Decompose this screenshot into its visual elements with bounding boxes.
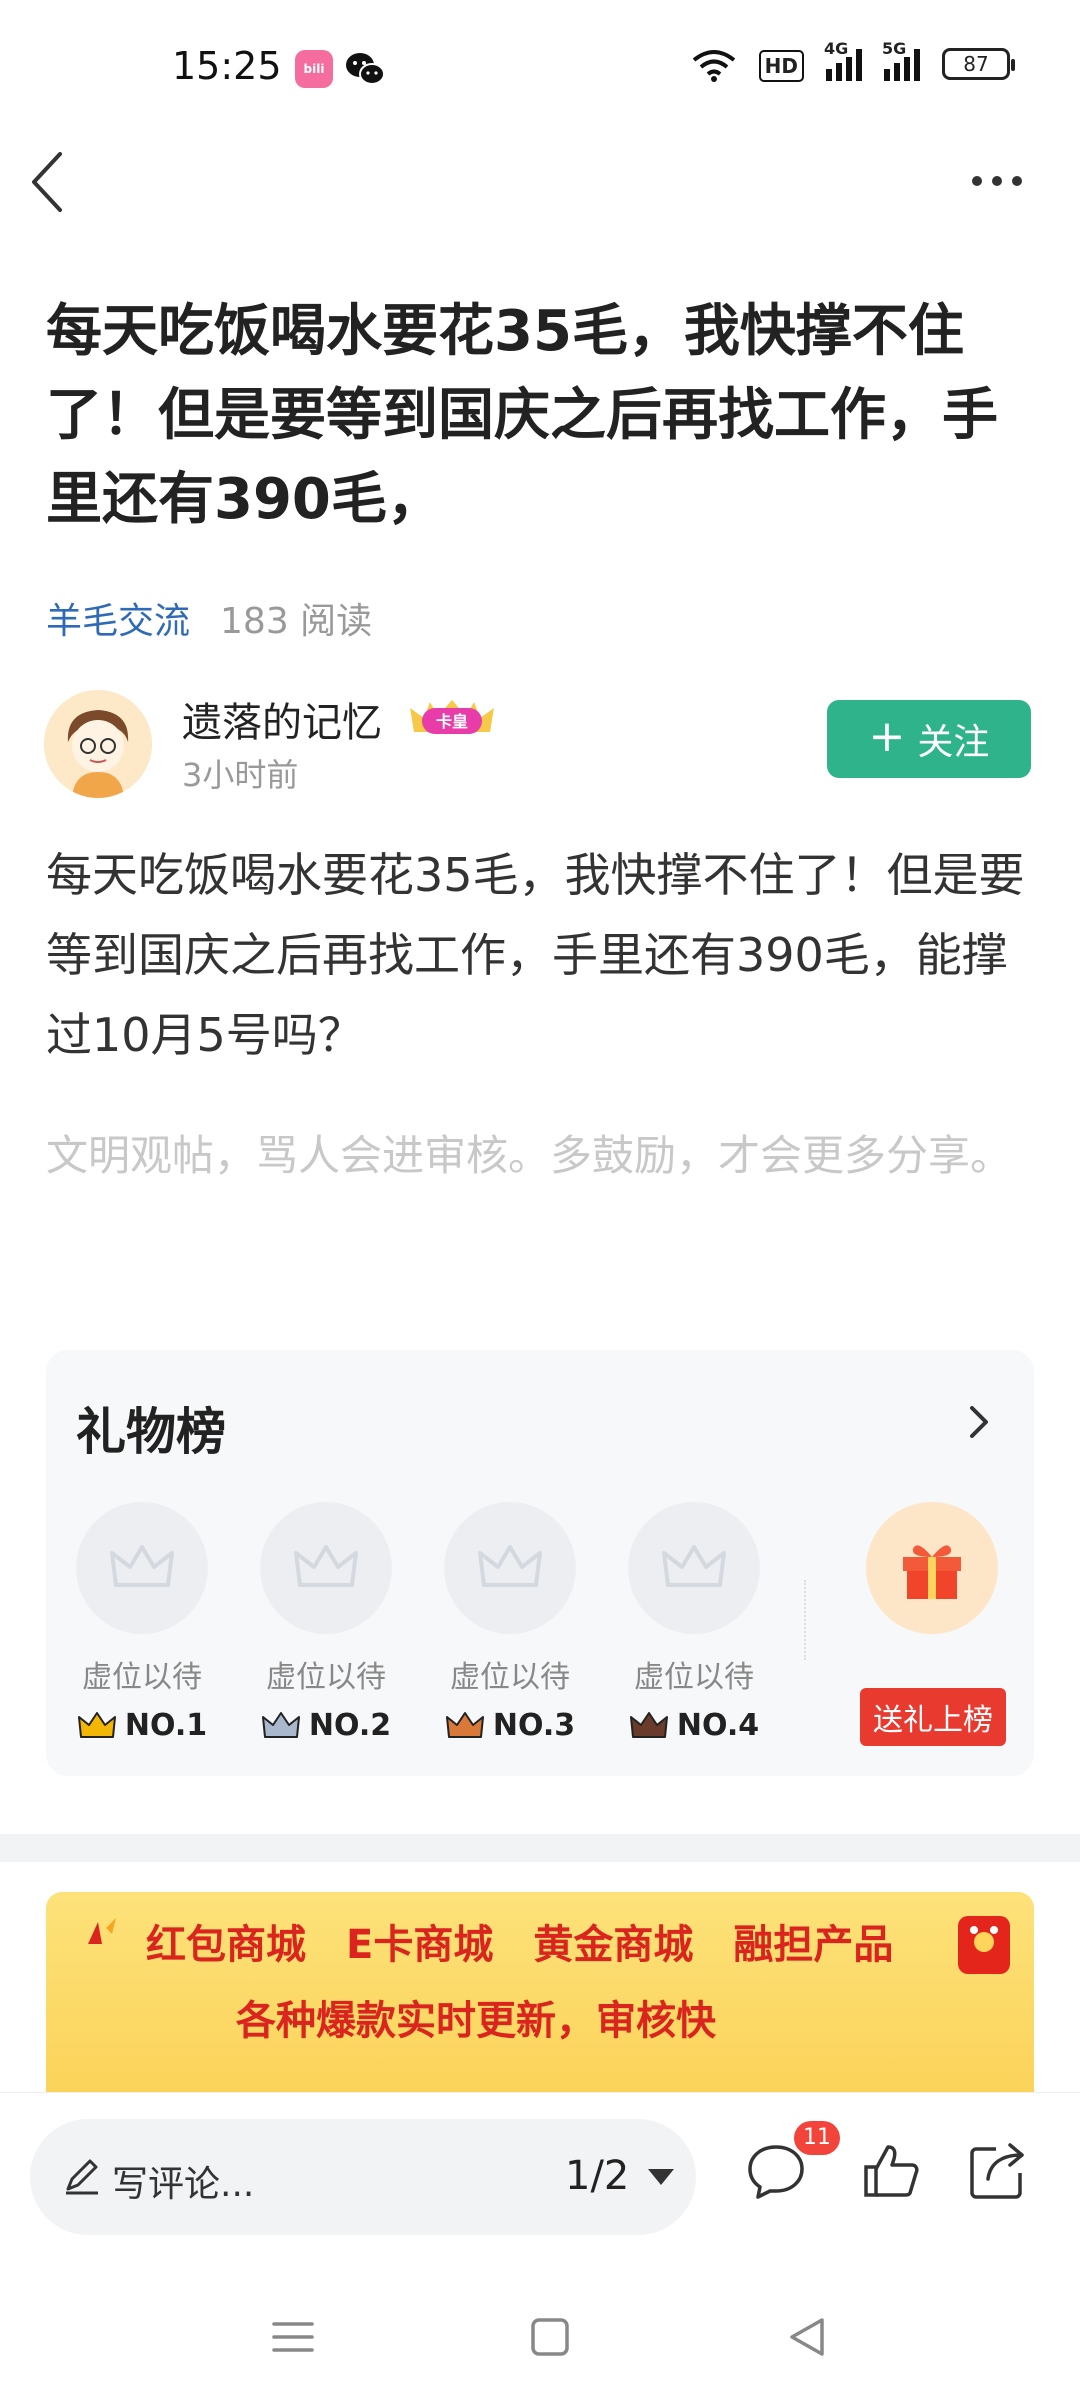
wechat-icon <box>345 50 385 88</box>
slot-label: 虚位以待 <box>634 1660 754 1695</box>
status-bar: 15:25 bili HD 4G 5G 87 <box>0 0 1080 140</box>
hd-voice-icon: HD <box>758 46 804 82</box>
signal-4g-label: 4G <box>824 39 849 58</box>
comment-placeholder: 写评论... <box>112 2164 255 2205</box>
system-navigation-bar <box>0 2272 1080 2400</box>
gift-slot-1[interactable]: 虚位以待 NO.1 <box>76 1502 208 1743</box>
slot-rank: NO.2 <box>308 1708 392 1743</box>
battery-icon: 87 <box>942 48 1015 80</box>
wifi-icon <box>691 46 737 82</box>
post-title: 每天吃饭喝水要花35毛，我快撑不住了！但是要等到国庆之后再找工作，手里还有390… <box>46 299 998 532</box>
plus-icon: + <box>868 711 906 762</box>
divider <box>804 1580 806 1660</box>
chevron-left-icon <box>32 152 62 212</box>
crown-placeholder-icon <box>76 1502 208 1634</box>
slot-rank: NO.1 <box>124 1708 208 1743</box>
comment-count-badge: 11 <box>794 2121 840 2155</box>
bottom-action-bar: 写评论... 1/2 11 <box>0 2092 1080 2272</box>
caret-down-icon[interactable] <box>648 2169 674 2185</box>
topic-link[interactable]: 羊毛交流 <box>46 592 190 644</box>
crown-placeholder-icon <box>260 1502 392 1634</box>
battery-level: 87 <box>963 52 989 76</box>
vip-badge-label: 卡皇 <box>436 712 468 731</box>
slot-label: 虚位以待 <box>82 1660 202 1695</box>
pencil-icon <box>66 2159 98 2195</box>
back-button[interactable] <box>28 150 68 214</box>
page-indicator[interactable]: 1/2 <box>565 2153 629 2199</box>
crown-gold-icon <box>77 1711 116 1738</box>
post-time: 3小时前 <box>182 756 299 794</box>
section-separator <box>0 1834 1080 1862</box>
ad-item: 黄金商城 <box>533 1922 694 1968</box>
dot-icon <box>972 176 982 186</box>
chevron-right-icon <box>970 1406 988 1438</box>
slot-rank: NO.4 <box>676 1708 760 1743</box>
home-icon[interactable] <box>525 2312 575 2362</box>
signal-4g-icon: 4G <box>824 39 862 81</box>
slot-rank: NO.3 <box>492 1708 576 1743</box>
vip-badge: 卡皇 <box>408 696 496 740</box>
ad-slogan: 各种爆款实时更新，审核快 <box>236 1998 716 2044</box>
ad-banner[interactable]: 红包商城 E卡商城 黄金商城 融担产品 各种爆款实时更新，审核快 <box>46 1892 1034 2092</box>
dot-icon <box>1012 176 1022 186</box>
bilibili-app-icon: bili <box>295 50 333 88</box>
crown-bronze-icon <box>445 1711 484 1738</box>
share-icon[interactable] <box>966 2139 1030 2203</box>
ad-item: 融担产品 <box>733 1922 894 1968</box>
slot-label: 虚位以待 <box>450 1660 570 1695</box>
ad-item: 红包商城 <box>146 1922 306 1968</box>
more-options-button[interactable] <box>972 166 1032 196</box>
signal-5g-label: 5G <box>882 39 907 58</box>
read-count: 183 阅读 <box>220 601 373 642</box>
author-avatar[interactable] <box>44 690 152 798</box>
crown-placeholder-icon <box>444 1502 576 1634</box>
thumbs-up-icon[interactable] <box>860 2139 924 2203</box>
status-time: 15:25 <box>172 44 282 88</box>
gift-slot-2[interactable]: 虚位以待 NO.2 <box>260 1502 392 1743</box>
crown-silver-icon <box>261 1711 300 1738</box>
gift-box-icon[interactable] <box>866 1502 998 1634</box>
gift-board: 礼物榜 虚位以待 NO.1 虚位以待 NO.2 虚位以待 NO.3 虚位以待 N… <box>46 1350 1034 1776</box>
menu-icon[interactable] <box>268 2312 318 2362</box>
gift-slot-3[interactable]: 虚位以待 NO.3 <box>444 1502 576 1743</box>
red-envelope-mascot-icon <box>958 1916 1010 1974</box>
ad-item: E卡商城 <box>346 1922 494 1968</box>
follow-label: 关注 <box>917 722 990 763</box>
post-meta: 羊毛交流 183 阅读 <box>46 592 372 644</box>
civility-hint: 文明观帖，骂人会进审核。多鼓励，才会更多分享。 <box>46 1131 1013 1180</box>
dot-icon <box>992 176 1002 186</box>
gift-board-arrow[interactable] <box>964 1402 994 1442</box>
gift-slot-4[interactable]: 虚位以待 NO.4 <box>628 1502 760 1743</box>
comment-input[interactable]: 写评论... 1/2 <box>30 2119 696 2235</box>
gift-board-title: 礼物榜 <box>76 1403 226 1461</box>
signal-5g-icon: 5G <box>882 39 920 81</box>
slot-label: 虚位以待 <box>266 1660 386 1695</box>
send-gift-button[interactable]: 送礼上榜 <box>860 1688 1006 1746</box>
post-body: 每天吃饭喝水要花35毛，我快撑不住了！但是要等到国庆之后再找工作，手里还有390… <box>46 848 1025 1062</box>
crown-placeholder-icon <box>628 1502 760 1634</box>
sparkle-icon <box>88 1918 116 1944</box>
follow-button[interactable]: + 关注 <box>827 700 1031 778</box>
crown-brown-icon <box>629 1711 668 1738</box>
author-name[interactable]: 遗落的记忆 <box>182 690 382 748</box>
back-triangle-icon[interactable] <box>782 2312 832 2362</box>
hd-label: HD <box>758 50 804 82</box>
